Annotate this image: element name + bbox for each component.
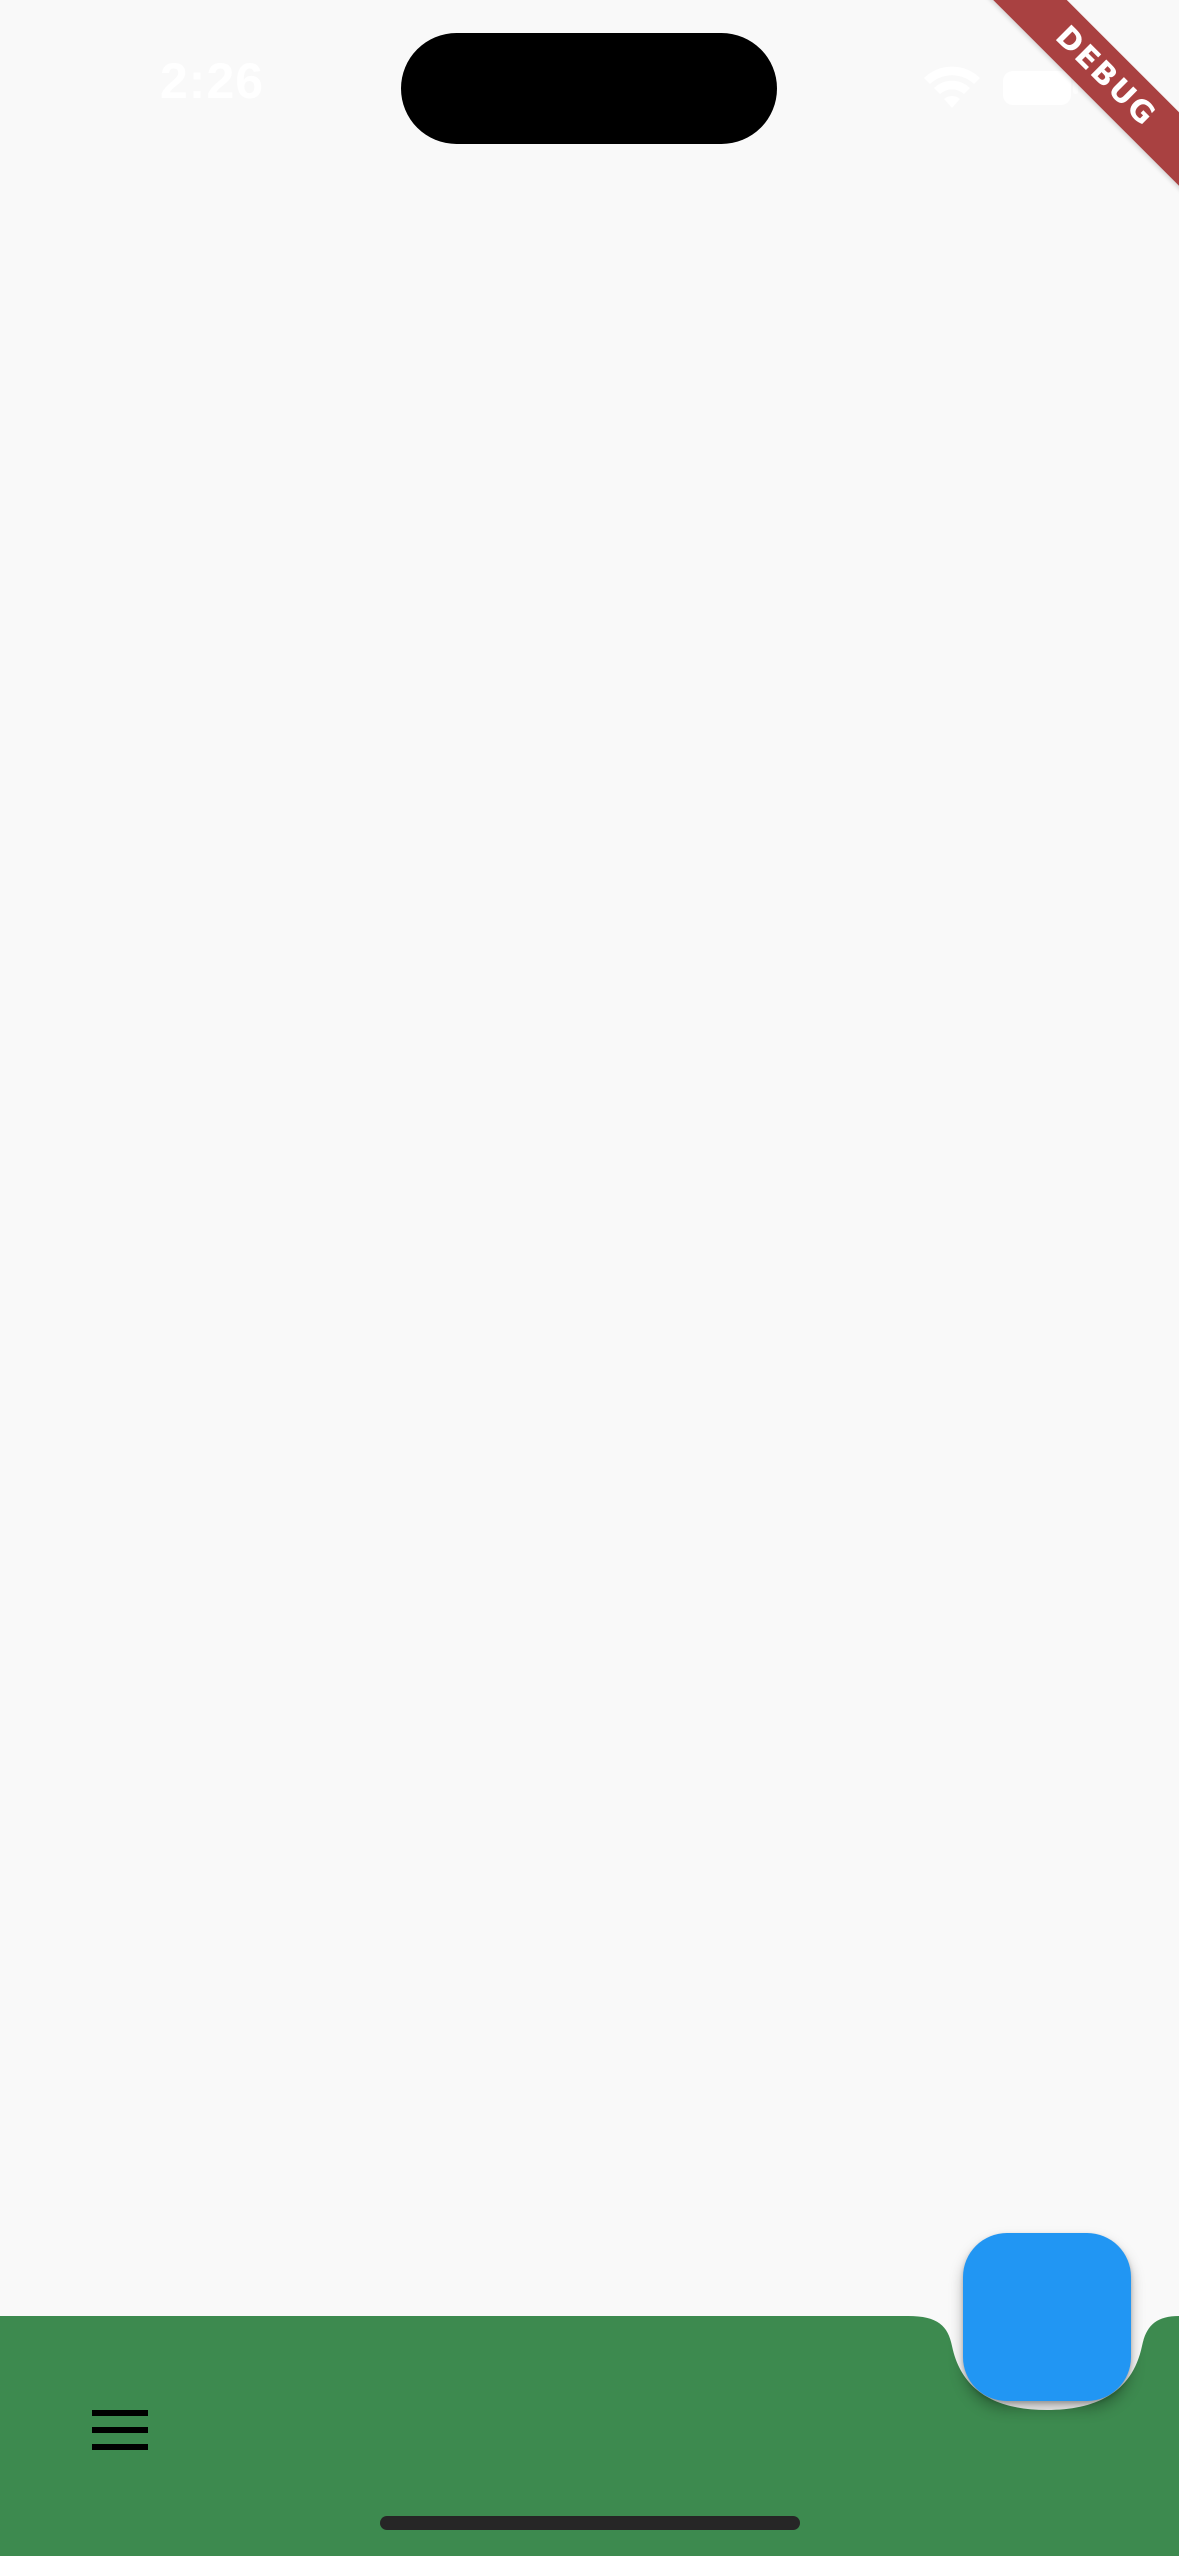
dynamic-island bbox=[401, 33, 777, 144]
app-screen: 2:26 DEBUG bbox=[0, 0, 1179, 2556]
menu-icon bbox=[92, 2410, 148, 2450]
menu-button[interactable] bbox=[68, 2378, 172, 2482]
status-time: 2:26 bbox=[160, 53, 265, 109]
wifi-icon bbox=[924, 66, 980, 108]
floating-action-button[interactable] bbox=[963, 2233, 1131, 2401]
home-indicator[interactable] bbox=[380, 2516, 800, 2530]
status-bar: 2:26 bbox=[0, 0, 1179, 175]
